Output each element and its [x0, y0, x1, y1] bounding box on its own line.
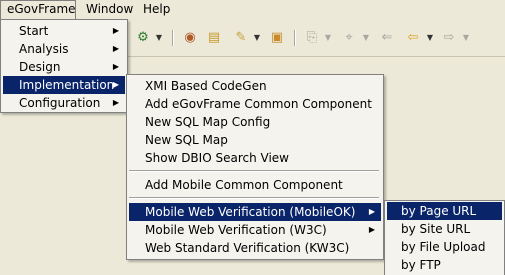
menu-item-by-file-upload[interactable]: by File Upload	[387, 238, 502, 256]
menu-item-show-dbio-search[interactable]: Show DBIO Search View	[129, 149, 381, 167]
menu-item-label: Web Standard Verification (KW3C)	[145, 241, 350, 255]
menu-item-by-page-url[interactable]: by Page URL	[387, 202, 502, 220]
chevron-right-icon: ▶	[112, 80, 119, 89]
menu-separator	[129, 170, 379, 172]
menu-item-by-ftp[interactable]: by FTP	[387, 256, 502, 274]
menu-item-add-mobile-common-component[interactable]: Add Mobile Common Component	[129, 176, 381, 194]
menu-item-implementation[interactable]: Implementation ▶	[3, 76, 125, 94]
toolbar-separator	[172, 30, 174, 46]
pen-icon[interactable]: ✎	[232, 29, 250, 47]
open-folder-icon[interactable]: ▤	[205, 29, 223, 47]
menu-item-label: Design	[19, 60, 61, 74]
toolbar-separator	[294, 30, 296, 46]
pin-icon[interactable]: ⌖	[340, 29, 358, 47]
menu-window-label: Window	[86, 2, 134, 16]
chevron-right-icon: ▶	[112, 62, 119, 71]
back-arrow-icon[interactable]: ⇐	[378, 29, 396, 47]
menu-item-web-standard-verification-kw3c[interactable]: Web Standard Verification (KW3C)	[129, 239, 381, 257]
menu-item-start[interactable]: Start ▶	[3, 22, 125, 40]
gear-icon[interactable]: ⚙	[134, 29, 152, 47]
pin-dropdown-arrow[interactable]: ▼	[362, 29, 370, 47]
db-connect-icon[interactable]: ◉	[181, 29, 199, 47]
chevron-right-icon: ▶	[112, 26, 119, 35]
menu-window[interactable]: Window	[80, 0, 139, 19]
menu-item-by-site-url[interactable]: by Site URL	[387, 220, 502, 238]
pen-dropdown-arrow[interactable]: ▼	[253, 29, 261, 47]
menu-item-mobile-web-verification-w3c[interactable]: Mobile Web Verification (W3C) ▶	[129, 221, 381, 239]
menu-item-label: New SQL Map Config	[145, 115, 271, 129]
menu-item-label: by File Upload	[401, 240, 486, 254]
menu-item-label: by Page URL	[401, 204, 477, 218]
egovframe-menu: Start ▶ Analysis ▶ Design ▶ Implementati…	[0, 19, 128, 113]
menu-item-label: Add Mobile Common Component	[145, 178, 343, 192]
menu-item-label: Start	[19, 24, 49, 38]
forward-arrow-icon[interactable]: ⇨	[440, 29, 458, 47]
menu-item-new-sql-map[interactable]: New SQL Map	[129, 131, 381, 149]
prev-annotation-icon[interactable]: ⇦	[404, 29, 422, 47]
implementation-menu: XMI Based CodeGen Add eGovFrame Common C…	[126, 74, 384, 260]
folder-open-icon[interactable]: ▣	[268, 29, 286, 47]
menu-item-label: Add eGovFrame Common Component	[145, 97, 372, 111]
menu-item-label: Configuration	[19, 96, 101, 110]
menu-help-label: Help	[143, 2, 171, 16]
forward-dropdown-arrow[interactable]: ▼	[462, 29, 470, 47]
menu-egovframe[interactable]: eGovFrame	[0, 0, 76, 19]
menu-item-label: Mobile Web Verification (MobileOK)	[145, 205, 356, 219]
menu-item-configuration[interactable]: Configuration ▶	[3, 94, 125, 112]
chevron-right-icon: ▶	[112, 98, 119, 107]
menu-item-label: Analysis	[19, 42, 69, 56]
chevron-right-icon: ▶	[368, 225, 375, 234]
menu-item-label: by Site URL	[401, 222, 471, 236]
menu-item-label: XMI Based CodeGen	[145, 79, 267, 93]
menu-item-label: by FTP	[401, 258, 441, 272]
gear-dropdown-arrow[interactable]: ▼	[155, 29, 163, 47]
paste-icon[interactable]: ⎘	[303, 29, 321, 47]
menu-item-label: New SQL Map	[145, 133, 228, 147]
chevron-right-icon: ▶	[112, 44, 119, 53]
menu-egovframe-label: eGovFrame	[7, 2, 76, 16]
menu-help[interactable]: Help	[137, 0, 176, 19]
menu-item-analysis[interactable]: Analysis ▶	[3, 40, 125, 58]
menubar: eGovFrame Window Help	[0, 0, 505, 20]
paste-dropdown-arrow[interactable]: ▼	[324, 29, 332, 47]
menu-item-design[interactable]: Design ▶	[3, 58, 125, 76]
menu-separator	[129, 197, 379, 199]
chevron-right-icon: ▶	[368, 207, 375, 216]
menu-item-label: Mobile Web Verification (W3C)	[145, 223, 327, 237]
menu-item-new-sql-map-config[interactable]: New SQL Map Config	[129, 113, 381, 131]
menu-item-label: Show DBIO Search View	[145, 151, 289, 165]
menu-item-label: Implementation	[19, 78, 115, 92]
menu-item-add-common-component[interactable]: Add eGovFrame Common Component	[129, 95, 381, 113]
prev-dropdown-arrow[interactable]: ▼	[426, 29, 434, 47]
verification-menu: by Page URL by Site URL by File Upload b…	[384, 200, 505, 275]
menu-item-mobile-web-verification-mobileok[interactable]: Mobile Web Verification (MobileOK) ▶	[129, 203, 381, 221]
menu-item-xmi-codegen[interactable]: XMI Based CodeGen	[129, 77, 381, 95]
